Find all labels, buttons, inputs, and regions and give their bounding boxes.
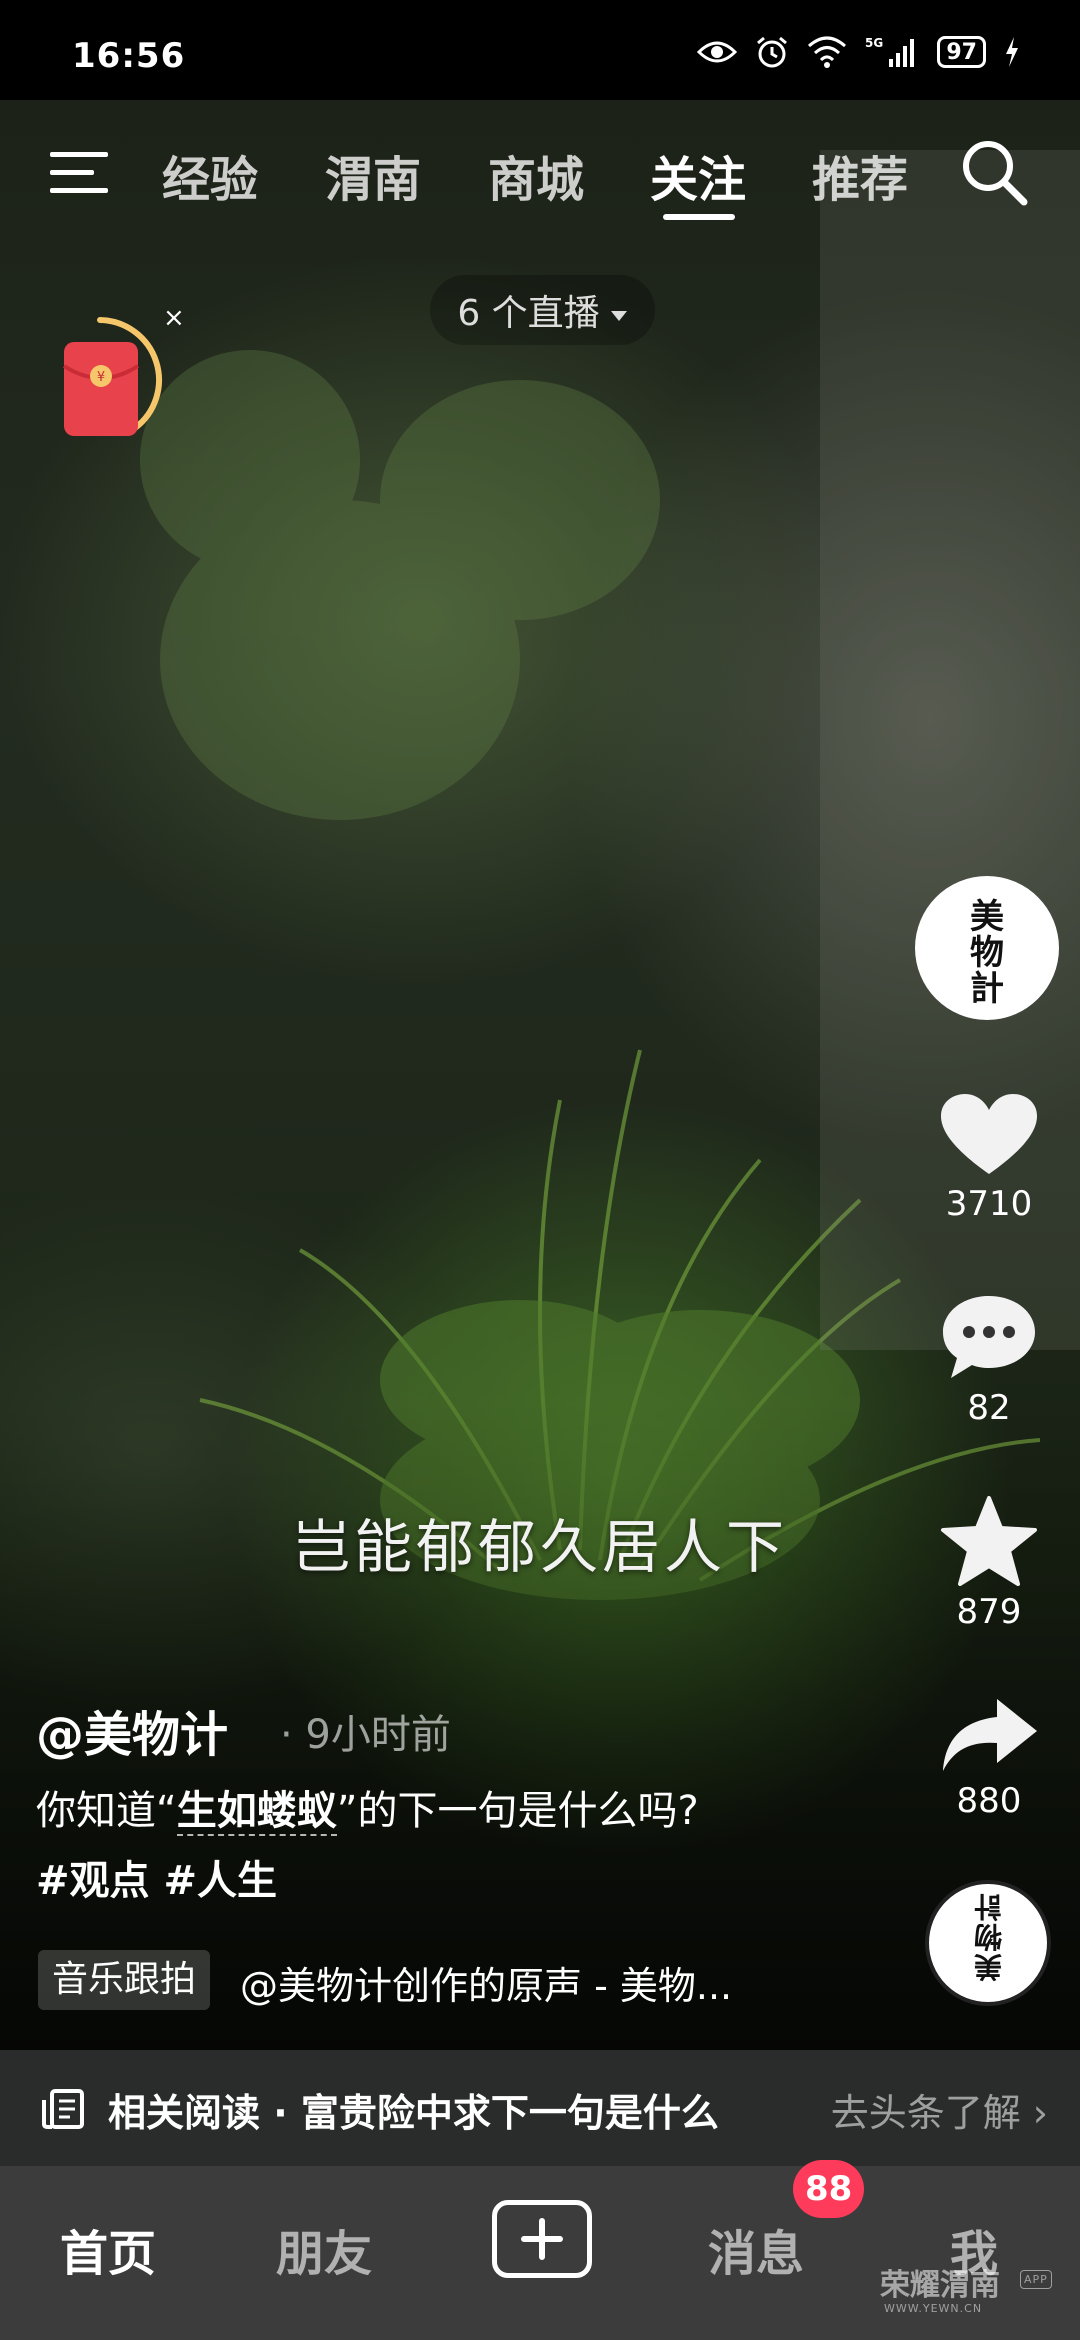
favorite-count: 879 xyxy=(956,1592,1022,1632)
top-nav: 经验 渭南 商城 关注 推荐 xyxy=(0,130,1080,230)
watermark-text: 荣耀渭南 xyxy=(880,2268,1000,2303)
svg-text:物: 物 xyxy=(974,1920,1002,1953)
charging-icon xyxy=(1004,32,1020,72)
search-icon[interactable] xyxy=(958,136,1030,208)
battery-icon: 97 xyxy=(937,36,986,68)
tab-home[interactable]: 首页 xyxy=(60,2214,156,2284)
tab-experience[interactable]: 经验 xyxy=(162,140,258,210)
tab-friends[interactable]: 朋友 xyxy=(276,2214,372,2284)
description-prefix: 你知道“ xyxy=(36,1788,177,1834)
status-icons: 5G 97 xyxy=(697,32,1020,72)
post-time: · 9小时前 xyxy=(280,1712,451,1758)
live-count-label: 6 个直播 xyxy=(457,293,600,334)
menu-icon[interactable] xyxy=(48,144,112,200)
svg-text:¥: ¥ xyxy=(97,370,105,385)
comment-action[interactable]: 82 xyxy=(930,1292,1048,1428)
signal-icon: 5G xyxy=(865,32,919,72)
article-icon xyxy=(42,2088,86,2130)
description-suffix: ”的下一句是什么吗? xyxy=(336,1788,699,1834)
eye-icon xyxy=(697,32,738,72)
related-reading-link[interactable]: 去头条了解 › xyxy=(831,2082,1048,2137)
like-action[interactable]: 3710 xyxy=(930,1092,1048,1224)
author-name[interactable]: @美物计 xyxy=(36,1695,228,1765)
svg-text:美: 美 xyxy=(970,897,1004,937)
network-label: 5G xyxy=(865,36,883,50)
hashtags[interactable]: #观点 #人生 xyxy=(36,1848,277,1906)
red-packet-icon: ¥ xyxy=(62,317,163,436)
description-highlight-link[interactable]: 生如蝼蚁 xyxy=(176,1788,337,1836)
share-action[interactable]: 880 xyxy=(930,1695,1048,1821)
red-packet-close-icon[interactable]: × xyxy=(163,303,185,333)
live-count-pill[interactable]: 6 个直播 xyxy=(430,275,655,345)
tab-mall[interactable]: 商城 xyxy=(488,140,584,210)
comment-icon xyxy=(943,1296,1035,1378)
caret-down-icon xyxy=(610,290,628,331)
avatar-logo: 美 物 計 xyxy=(970,897,1004,1008)
svg-text:物: 物 xyxy=(970,933,1004,973)
watermark-url: WWW.YEWN.CN xyxy=(884,2302,983,2315)
messages-badge: 88 xyxy=(793,2160,865,2218)
tab-recommended[interactable]: 推荐 xyxy=(812,140,908,210)
related-link-label: 去头条了解 xyxy=(830,2091,1021,2135)
author-avatar[interactable]: 美 物 計 xyxy=(915,876,1059,1020)
chevron-right-icon: › xyxy=(1020,2091,1048,2135)
active-tab-indicator xyxy=(663,214,735,220)
tab-weinan[interactable]: 渭南 xyxy=(325,140,421,210)
battery-level: 97 xyxy=(946,39,977,65)
tab-messages[interactable]: 消息 xyxy=(708,2214,804,2284)
tab-following[interactable]: 关注 xyxy=(650,140,746,210)
star-icon xyxy=(941,1496,1037,1586)
svg-text:計: 計 xyxy=(974,1893,1002,1923)
music-follow-tag[interactable]: 音乐跟拍 xyxy=(38,1950,211,2010)
related-reading-bar[interactable]: 相关阅读 · 富贵险中求下一句是什么 去头条了解 › xyxy=(0,2050,1080,2166)
create-button[interactable] xyxy=(492,2200,592,2278)
favorite-action[interactable]: 879 xyxy=(930,1496,1048,1632)
svg-text:美: 美 xyxy=(974,1950,1002,1983)
music-name[interactable]: @美物计创作的原声 - 美物... xyxy=(240,1955,732,2010)
video-subtitle: 岂能郁郁久居人下 xyxy=(291,1513,788,1581)
svg-text:計: 計 xyxy=(970,969,1004,1008)
status-time: 16:56 xyxy=(72,36,186,76)
heart-icon xyxy=(941,1094,1037,1174)
red-packet-widget[interactable]: ¥ xyxy=(40,310,180,450)
music-disc-logo: 美 物 計 xyxy=(974,1893,1002,1983)
comment-count: 82 xyxy=(967,1388,1011,1428)
wifi-icon xyxy=(807,32,847,72)
share-arrow-icon xyxy=(943,1699,1037,1771)
plus-icon xyxy=(521,2218,563,2260)
video-description: 你知道“生如蝼蚁”的下一句是什么吗? xyxy=(36,1778,699,1836)
share-count: 880 xyxy=(956,1781,1022,1821)
related-reading-text: 相关阅读 · 富贵险中求下一句是什么 xyxy=(108,2091,719,2135)
status-bar: 16:56 5G 97 xyxy=(0,0,1080,100)
like-count: 3710 xyxy=(945,1184,1033,1224)
watermark-app: APP xyxy=(1020,2270,1052,2289)
alarm-icon xyxy=(755,32,789,72)
site-watermark: 荣耀渭南 WWW.YEWN.CN APP xyxy=(880,2268,1076,2340)
music-disc[interactable]: 美 物 計 xyxy=(925,1880,1051,2006)
